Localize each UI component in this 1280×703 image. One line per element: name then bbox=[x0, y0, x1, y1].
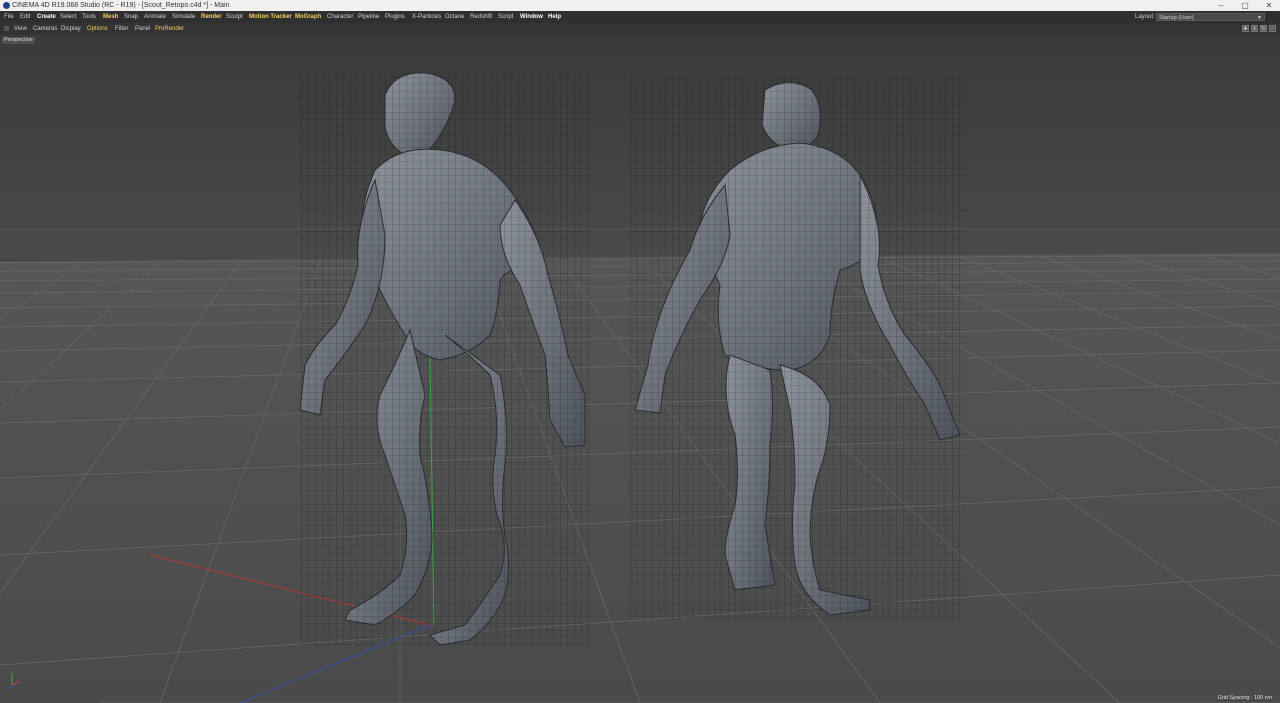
grid-spacing-readout: Grid Spacing : 100 cm bbox=[1217, 695, 1272, 701]
vp-menu-panel[interactable]: Panel bbox=[135, 23, 150, 35]
menu-create[interactable]: Create bbox=[37, 11, 56, 23]
viewport-nav-icons: ✥ ⇕ ↻ ▫ bbox=[1242, 25, 1276, 32]
menu-edit[interactable]: Edit bbox=[20, 11, 30, 23]
vp-menu-cameras[interactable]: Cameras bbox=[33, 23, 57, 35]
main-menu-bar: File Edit Create Select Tools Mesh Snap … bbox=[0, 11, 1280, 23]
menu-pipeline[interactable]: Pipeline bbox=[358, 11, 379, 23]
vp-menu-options[interactable]: Options bbox=[87, 23, 108, 35]
menu-motion-tracker[interactable]: Motion Tracker bbox=[249, 11, 292, 23]
vp-menu-prorender[interactable]: ProRender bbox=[155, 23, 184, 35]
rotate-view-icon[interactable]: ↻ bbox=[1260, 25, 1267, 32]
panel-grip-icon[interactable] bbox=[4, 26, 9, 31]
menu-render[interactable]: Render bbox=[201, 11, 222, 23]
maximize-button[interactable]: ▢ bbox=[1240, 0, 1250, 11]
cinema4d-logo-icon bbox=[3, 2, 10, 9]
menu-select[interactable]: Select bbox=[60, 11, 77, 23]
chevron-down-icon: ▼ bbox=[1257, 15, 1262, 21]
menu-script[interactable]: Script bbox=[498, 11, 513, 23]
menu-plugins[interactable]: Plugins bbox=[385, 11, 405, 23]
perspective-viewport[interactable]: Perspective Grid Spacing : 100 cm bbox=[0, 35, 1280, 703]
window-title: CINEMA 4D R19.068 Studio (RC - R19) - [S… bbox=[12, 2, 230, 9]
window-controls: – ▢ ✕ bbox=[1216, 0, 1274, 11]
camera-label[interactable]: Perspective bbox=[2, 37, 35, 44]
move-view-icon[interactable]: ✥ bbox=[1242, 25, 1249, 32]
menu-octane[interactable]: Octane bbox=[445, 11, 464, 23]
viewport-scene bbox=[0, 35, 1280, 703]
menu-redshift[interactable]: Redshift bbox=[470, 11, 492, 23]
character-front-model[interactable] bbox=[299, 72, 590, 646]
vp-menu-view[interactable]: View bbox=[14, 23, 27, 35]
menu-help[interactable]: Help bbox=[548, 11, 561, 23]
menu-x-particles[interactable]: X-Particles bbox=[412, 11, 441, 23]
close-button[interactable]: ✕ bbox=[1264, 0, 1274, 11]
menu-sculpt[interactable]: Sculpt bbox=[226, 11, 243, 23]
menu-snap[interactable]: Snap bbox=[124, 11, 138, 23]
character-back-model[interactable] bbox=[630, 75, 965, 620]
toggle-view-icon[interactable]: ▫ bbox=[1269, 25, 1276, 32]
vp-menu-display[interactable]: Display bbox=[61, 23, 81, 35]
menu-window[interactable]: Window bbox=[520, 11, 543, 23]
menu-tools[interactable]: Tools bbox=[82, 11, 96, 23]
layout-value: Startup (User) bbox=[1159, 15, 1194, 21]
layout-label: Layout: bbox=[1135, 14, 1155, 20]
menu-mesh[interactable]: Mesh bbox=[103, 11, 118, 23]
menu-mograph[interactable]: MoGraph bbox=[295, 11, 321, 23]
menu-file[interactable]: File bbox=[4, 11, 14, 23]
zoom-view-icon[interactable]: ⇕ bbox=[1251, 25, 1258, 32]
menu-character[interactable]: Character bbox=[327, 11, 353, 23]
layout-dropdown[interactable]: Startup (User) ▼ bbox=[1156, 13, 1265, 21]
vp-menu-filter[interactable]: Filter bbox=[115, 23, 128, 35]
menu-simulate[interactable]: Simulate bbox=[172, 11, 195, 23]
menu-animate[interactable]: Animate bbox=[144, 11, 166, 23]
title-bar: CINEMA 4D R19.068 Studio (RC - R19) - [S… bbox=[0, 0, 1280, 11]
minimize-button[interactable]: – bbox=[1216, 0, 1226, 11]
